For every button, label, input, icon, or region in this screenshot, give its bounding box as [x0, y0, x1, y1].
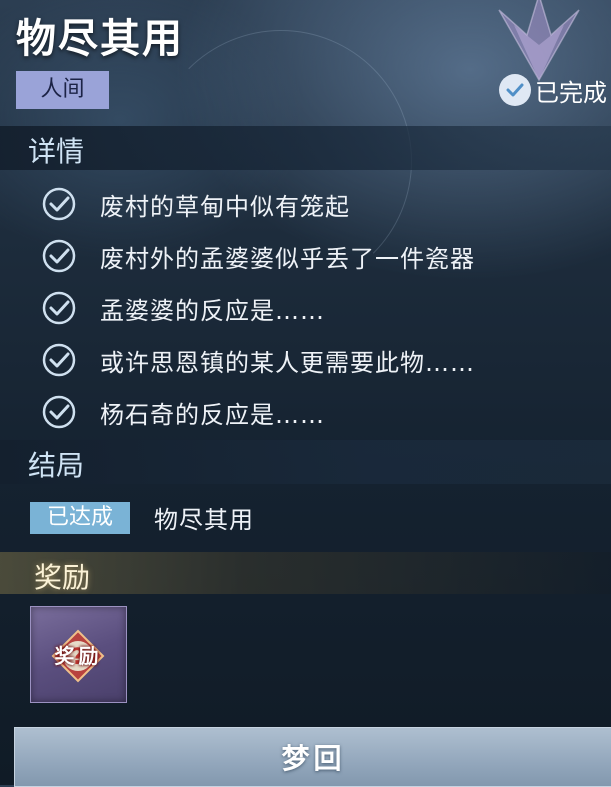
check-circle-icon [499, 74, 531, 106]
list-item: 或许思恩镇的某人更需要此物…… [40, 334, 475, 386]
dream-return-button[interactable]: 梦回 [14, 727, 611, 787]
detail-text: 废村的草甸中似有笼起 [100, 192, 350, 221]
check-icon [42, 395, 76, 429]
detail-text: 杨石奇的反应是…… [100, 400, 325, 429]
list-item: 废村的草甸中似有笼起 [40, 178, 475, 230]
check-icon [42, 187, 76, 221]
details-header: 详情 [0, 126, 611, 170]
detail-text: 废村外的孟婆婆似乎丢了一件瓷器 [100, 244, 475, 273]
check-icon [42, 291, 76, 325]
reward-item[interactable]: ? 奖励 [30, 606, 127, 703]
ending-header: 结局 [0, 440, 611, 484]
detail-list: 废村的草甸中似有笼起 废村外的孟婆婆似乎丢了一件瓷器 孟婆婆的反应是…… 或许思… [40, 178, 475, 438]
achieved-badge: 已达成 [30, 501, 130, 534]
dream-return-label: 梦回 [281, 742, 346, 775]
completed-status: 已完成 [499, 70, 607, 110]
check-icon [42, 239, 76, 273]
list-item: 杨石奇的反应是…… [40, 386, 475, 438]
reward-heading: 奖励 [34, 561, 91, 594]
ending-name: 物尽其用 [154, 506, 254, 534]
detail-text: 或许思恩镇的某人更需要此物…… [100, 348, 475, 377]
details-heading: 详情 [28, 135, 85, 168]
quest-title: 物尽其用 [16, 15, 184, 62]
world-tag: 人间 [16, 71, 109, 109]
detail-text: 孟婆婆的反应是…… [100, 296, 325, 325]
ending-heading: 结局 [28, 449, 85, 482]
list-item: 孟婆婆的反应是…… [40, 282, 475, 334]
completed-status-label: 已完成 [535, 78, 607, 107]
ending-row: 已达成 物尽其用 [30, 500, 254, 535]
reward-label: 奖励 [54, 644, 103, 668]
reward-header: 奖励 [0, 552, 611, 594]
check-icon [42, 343, 76, 377]
list-item: 废村外的孟婆婆似乎丢了一件瓷器 [40, 230, 475, 282]
